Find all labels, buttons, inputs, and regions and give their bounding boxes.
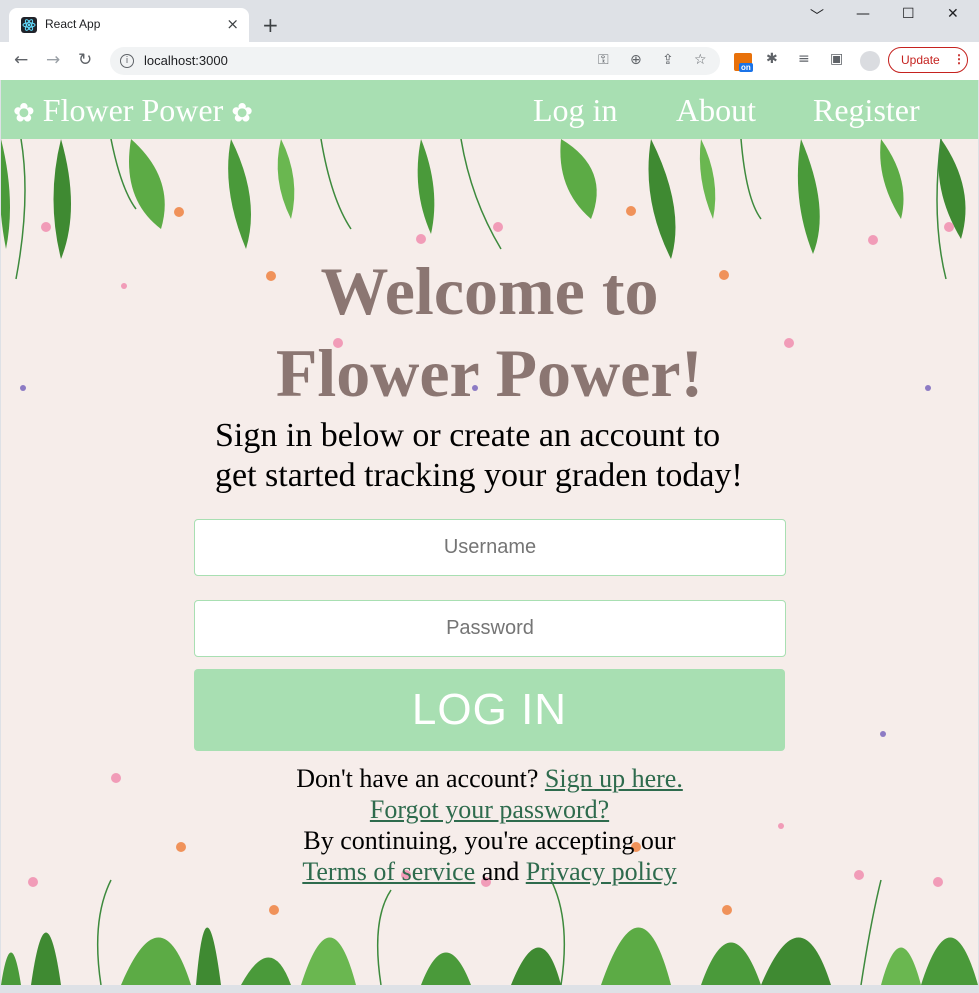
subtitle-line-2: get started tracking your graden today! xyxy=(215,457,743,494)
navbar: ✿ Flower Power ✿ Log in About Register xyxy=(1,80,978,139)
share-icon[interactable]: ⇪ xyxy=(662,52,674,68)
minimize-icon[interactable]: — xyxy=(856,6,870,22)
subtitle-line-1: Sign in below or create an account to xyxy=(215,417,721,454)
forgot-password-link[interactable]: Forgot your password? xyxy=(370,795,609,824)
main-content: Welcome to Flower Power! Sign in below o… xyxy=(1,80,978,985)
page-subtitle: Sign in below or create an account to ge… xyxy=(215,416,775,496)
more-icon: ⋮ xyxy=(953,52,965,66)
page: Welcome to Flower Power! Sign in below o… xyxy=(1,80,978,985)
profile-avatar[interactable] xyxy=(860,51,880,71)
forgot-row: Forgot your password? xyxy=(1,795,978,825)
brand-name: Flower Power xyxy=(42,92,224,128)
nav-login-link[interactable]: Log in xyxy=(533,92,617,129)
close-icon[interactable]: × xyxy=(226,16,239,32)
nav-register-link[interactable]: Register xyxy=(813,92,920,129)
back-icon[interactable]: ← xyxy=(14,51,28,69)
terms-prompt: By continuing, you're accepting our xyxy=(303,826,676,855)
page-title: Welcome to Flower Power! xyxy=(151,250,828,414)
url-text: localhost:3000 xyxy=(144,53,228,68)
and-text: and xyxy=(481,857,520,886)
zoom-icon[interactable]: ⊕ xyxy=(630,52,642,68)
window-close-icon[interactable]: ✕ xyxy=(947,6,959,22)
maximize-icon[interactable]: ☐ xyxy=(902,6,915,22)
title-line-1: Welcome to xyxy=(320,253,659,329)
flower-icon: ✿ xyxy=(231,98,254,129)
tab-search-icon[interactable]: ﹀ xyxy=(810,6,824,26)
tab-title: React App xyxy=(45,17,101,31)
react-logo-icon xyxy=(21,17,37,33)
sidepanel-icon[interactable]: ▣ xyxy=(830,51,843,67)
browser-tabstrip: React App × + ﹀ — ☐ ✕ xyxy=(0,0,979,42)
reload-icon[interactable]: ↻ xyxy=(78,51,92,69)
brand[interactable]: ✿ Flower Power ✿ xyxy=(13,92,253,129)
browser-tab[interactable]: React App × xyxy=(9,8,249,42)
signup-row: Don't have an account? Sign up here. xyxy=(1,764,978,794)
password-input[interactable] xyxy=(194,600,786,657)
puzzle-icon[interactable]: ✱ xyxy=(766,51,778,67)
update-button[interactable]: Update ⋮ xyxy=(888,47,968,73)
terms-row: Terms of service and Privacy policy xyxy=(1,857,978,887)
title-line-2: Flower Power! xyxy=(275,335,704,411)
key-icon[interactable]: ⚿ xyxy=(598,52,609,68)
star-icon[interactable]: ☆ xyxy=(694,52,707,68)
signup-link[interactable]: Sign up here. xyxy=(545,764,683,793)
update-label: Update xyxy=(901,53,940,67)
login-button[interactable]: LOG IN xyxy=(194,669,785,751)
media-icon[interactable]: ≡ xyxy=(798,51,810,67)
username-input[interactable] xyxy=(194,519,786,576)
flower-icon: ✿ xyxy=(13,98,35,129)
new-tab-button[interactable]: + xyxy=(262,14,279,36)
terms-link[interactable]: Terms of service xyxy=(302,857,475,886)
extension-on-badge: on xyxy=(739,63,753,72)
forward-icon[interactable]: → xyxy=(46,51,60,69)
nav-about-link[interactable]: About xyxy=(676,92,756,129)
signup-prompt: Don't have an account? xyxy=(296,764,539,793)
info-icon[interactable]: i xyxy=(120,54,134,68)
address-bar[interactable]: i localhost:3000 ⚿ ⊕ ⇪ ☆ xyxy=(110,47,720,75)
privacy-link[interactable]: Privacy policy xyxy=(526,857,677,886)
browser-toolbar: ← → ↻ i localhost:3000 ⚿ ⊕ ⇪ ☆ ✱ ≡ ▣ xyxy=(0,42,979,81)
